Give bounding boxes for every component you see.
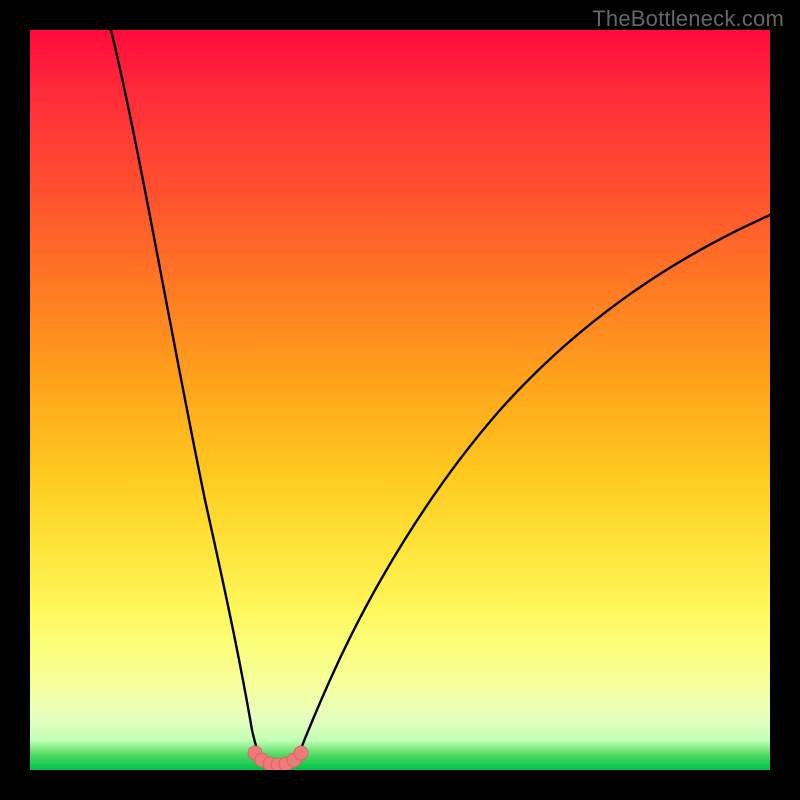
right-curve (296, 215, 770, 761)
chart-container: TheBottleneck.com (0, 0, 800, 800)
marker-dot (294, 746, 308, 760)
marker-group (248, 746, 308, 770)
chart-svg (30, 30, 770, 770)
watermark-label: TheBottleneck.com (592, 6, 784, 32)
left-curve (111, 30, 261, 761)
